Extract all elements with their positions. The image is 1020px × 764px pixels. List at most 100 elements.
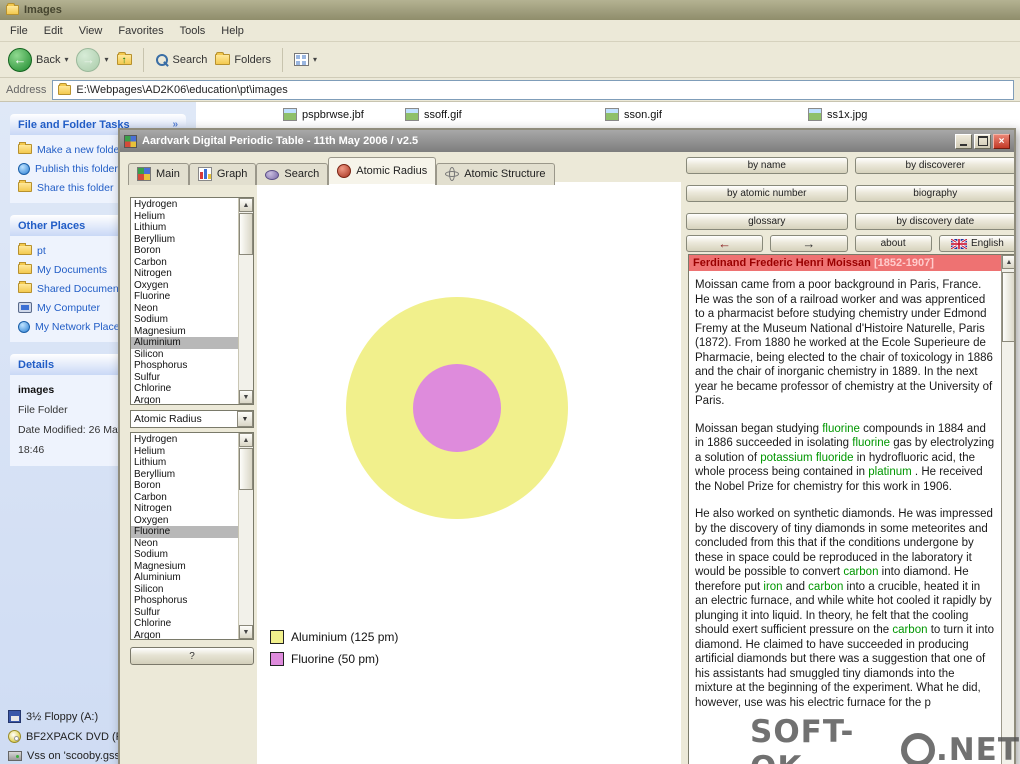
help-button[interactable]: ? bbox=[130, 647, 254, 665]
element-item-argon[interactable]: Argon bbox=[131, 395, 238, 405]
forward-button[interactable]: ▾ bbox=[76, 47, 109, 72]
scroll-thumb[interactable] bbox=[239, 448, 253, 490]
search-button[interactable]: Search bbox=[155, 53, 207, 67]
element-item-aluminium[interactable]: Aluminium bbox=[131, 572, 238, 584]
tab-graph[interactable]: Graph bbox=[188, 163, 257, 185]
element-item-lithium[interactable]: Lithium bbox=[131, 457, 238, 469]
element-item-lithium[interactable]: Lithium bbox=[131, 222, 238, 234]
minimize-button[interactable] bbox=[955, 133, 972, 149]
element-item-silicon[interactable]: Silicon bbox=[131, 584, 238, 596]
nav-by-name[interactable]: by name bbox=[686, 157, 848, 174]
scroll-thumb[interactable] bbox=[1002, 272, 1014, 342]
file-item-sson-gif[interactable]: sson.gif bbox=[605, 108, 662, 121]
element-item-fluorine[interactable]: Fluorine bbox=[131, 526, 238, 538]
element-item-magnesium[interactable]: Magnesium bbox=[131, 561, 238, 573]
element-link-potassium-fluoride[interactable]: potassium fluoride bbox=[760, 452, 853, 464]
element-link-fluorine[interactable]: fluorine bbox=[822, 423, 860, 435]
nav-biography[interactable]: biography bbox=[854, 185, 1014, 202]
maximize-button[interactable] bbox=[974, 133, 991, 149]
file-item-ssoff-gif[interactable]: ssoff.gif bbox=[405, 108, 462, 121]
element-item-neon[interactable]: Neon bbox=[131, 303, 238, 315]
menu-edit[interactable]: Edit bbox=[44, 25, 63, 37]
element-link-carbon[interactable]: carbon bbox=[892, 624, 927, 636]
element-item-argon[interactable]: Argon bbox=[131, 630, 238, 640]
scroll-down-button[interactable]: ▼ bbox=[239, 390, 253, 404]
file-item-pspbrwse-jbf[interactable]: pspbrwse.jbf bbox=[283, 108, 364, 121]
nav-by-discovery-date[interactable]: by discovery date bbox=[854, 213, 1014, 230]
forward-dropdown-icon[interactable]: ▾ bbox=[104, 55, 108, 64]
element-item-magnesium[interactable]: Magnesium bbox=[131, 326, 238, 338]
element-item-aluminium[interactable]: Aluminium bbox=[131, 337, 238, 349]
right-arrow-icon: → bbox=[802, 236, 816, 251]
close-button[interactable] bbox=[993, 133, 1010, 149]
element-item-beryllium[interactable]: Beryllium bbox=[131, 234, 238, 246]
next-element-button[interactable]: → bbox=[770, 235, 848, 252]
back-dropdown-icon[interactable]: ▾ bbox=[64, 55, 68, 64]
menu-file[interactable]: File bbox=[10, 25, 28, 37]
element-item-chlorine[interactable]: Chlorine bbox=[131, 383, 238, 395]
scroll-up-button[interactable]: ▲ bbox=[239, 198, 253, 212]
element-item-silicon[interactable]: Silicon bbox=[131, 349, 238, 361]
element-item-sulfur[interactable]: Sulfur bbox=[131, 372, 238, 384]
element-item-oxygen[interactable]: Oxygen bbox=[131, 280, 238, 292]
address-input[interactable]: E:\Webpages\AD2K06\education\pt\images bbox=[52, 79, 1014, 100]
element-item-chlorine[interactable]: Chlorine bbox=[131, 618, 238, 630]
tab-atomic-structure[interactable]: Atomic Structure bbox=[436, 163, 555, 185]
scroll-down-button[interactable]: ▼ bbox=[239, 625, 253, 639]
image-file-icon bbox=[405, 108, 419, 121]
up-button[interactable]: ↑ bbox=[116, 52, 132, 66]
nav-glossary[interactable]: glossary bbox=[686, 213, 848, 230]
element-item-neon[interactable]: Neon bbox=[131, 538, 238, 550]
element-item-sodium[interactable]: Sodium bbox=[131, 314, 238, 326]
element-item-phosphorus[interactable]: Phosphorus bbox=[131, 360, 238, 372]
language-button[interactable]: English bbox=[938, 235, 1014, 252]
element-item-oxygen[interactable]: Oxygen bbox=[131, 515, 238, 527]
menu-favorites[interactable]: Favorites bbox=[118, 25, 163, 37]
element-item-fluorine[interactable]: Fluorine bbox=[131, 291, 238, 303]
app-titlebar[interactable]: Aardvark Digital Periodic Table - 11th M… bbox=[120, 130, 1014, 152]
combobox-dropdown-icon[interactable]: ▼ bbox=[237, 411, 253, 427]
element-item-sodium[interactable]: Sodium bbox=[131, 549, 238, 561]
element-item-phosphorus[interactable]: Phosphorus bbox=[131, 595, 238, 607]
element-item-boron[interactable]: Boron bbox=[131, 245, 238, 257]
element-link-carbon[interactable]: carbon bbox=[843, 566, 878, 578]
scrollbar[interactable]: ▲ ▼ bbox=[1001, 255, 1014, 764]
element-link-carbon[interactable]: carbon bbox=[808, 581, 843, 593]
element-item-carbon[interactable]: Carbon bbox=[131, 492, 238, 504]
back-button[interactable]: Back ▾ bbox=[8, 47, 68, 72]
menu-view[interactable]: View bbox=[79, 25, 103, 37]
views-button[interactable]: ▾ bbox=[294, 53, 317, 66]
element-item-hydrogen[interactable]: Hydrogen bbox=[131, 434, 238, 446]
scroll-thumb[interactable] bbox=[239, 213, 253, 255]
scroll-up-button[interactable]: ▲ bbox=[1002, 255, 1014, 269]
element-link-platinum[interactable]: platinum bbox=[868, 466, 911, 478]
element-item-nitrogen[interactable]: Nitrogen bbox=[131, 268, 238, 280]
element-item-nitrogen[interactable]: Nitrogen bbox=[131, 503, 238, 515]
element-item-sulfur[interactable]: Sulfur bbox=[131, 607, 238, 619]
menu-tools[interactable]: Tools bbox=[180, 25, 206, 37]
element-item-helium[interactable]: Helium bbox=[131, 211, 238, 223]
tab-main[interactable]: Main bbox=[128, 163, 189, 185]
nav-by-atomic-number[interactable]: by atomic number bbox=[686, 185, 848, 202]
previous-element-button[interactable]: ← bbox=[686, 235, 764, 252]
tab-atomic-radius[interactable]: Atomic Radius bbox=[328, 157, 437, 185]
tab-search[interactable]: Search bbox=[256, 163, 329, 185]
element-item-beryllium[interactable]: Beryllium bbox=[131, 469, 238, 481]
about-button[interactable]: about bbox=[854, 235, 932, 252]
element-item-hydrogen[interactable]: Hydrogen bbox=[131, 199, 238, 211]
file-item-ss1x-jpg[interactable]: ss1x.jpg bbox=[808, 108, 867, 121]
element-item-boron[interactable]: Boron bbox=[131, 480, 238, 492]
pane-title: File and Folder Tasks bbox=[18, 118, 130, 131]
element-link-fluorine[interactable]: fluorine bbox=[852, 437, 890, 449]
element-link-iron[interactable]: iron bbox=[763, 581, 782, 593]
element-item-helium[interactable]: Helium bbox=[131, 446, 238, 458]
element-item-carbon[interactable]: Carbon bbox=[131, 257, 238, 269]
scrollbar[interactable]: ▲ ▼ bbox=[238, 198, 253, 404]
folders-button[interactable]: Folders bbox=[215, 52, 271, 66]
file-name: sson.gif bbox=[624, 108, 662, 121]
scroll-up-button[interactable]: ▲ bbox=[239, 433, 253, 447]
nav-by-discoverer[interactable]: by discoverer bbox=[854, 157, 1014, 174]
property-combobox[interactable]: Atomic Radius ▼ bbox=[130, 410, 254, 428]
menu-help[interactable]: Help bbox=[221, 25, 244, 37]
scrollbar[interactable]: ▲ ▼ bbox=[238, 433, 253, 639]
